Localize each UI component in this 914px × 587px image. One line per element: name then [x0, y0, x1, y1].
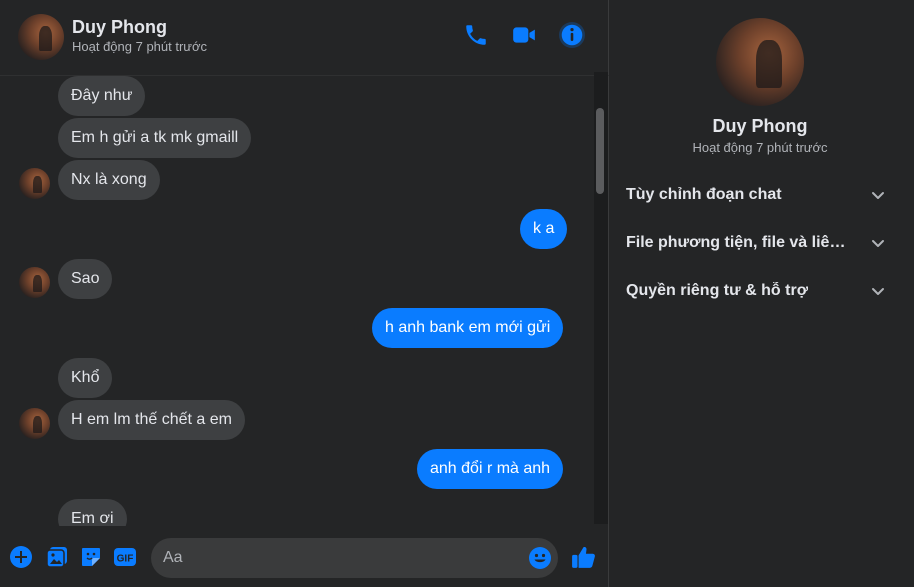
gif-label: GIF	[117, 554, 134, 565]
sidebar-item-customize-chat[interactable]: Tùy chỉnh đoạn chat	[626, 181, 886, 209]
attach-image-button[interactable]	[45, 545, 69, 569]
sticker-button[interactable]	[79, 545, 103, 569]
message-bubble[interactable]: Khổ	[58, 358, 113, 398]
gif-button[interactable]: GIF	[113, 545, 137, 569]
sidebar-item-label: Tùy chỉnh đoạn chat	[626, 186, 782, 203]
partial-message-clip: Em ơi	[0, 496, 594, 526]
chevron-down-icon	[872, 240, 884, 247]
sidebar-item-media-files-links[interactable]: File phương tiện, file và liên kết	[626, 229, 886, 257]
message-bubble[interactable]: k a	[520, 209, 568, 249]
message-bubble[interactable]: H em lm thế chết a em	[58, 400, 245, 440]
message-bubble[interactable]: h anh bank em mới gửi	[372, 308, 564, 348]
thumbs-up-icon	[572, 547, 595, 568]
sidebar-item-label: File phương tiện, file và liên kết	[626, 234, 852, 251]
message-bubble[interactable]: anh đổi r mà anh	[417, 449, 564, 489]
message-bubble[interactable]: Nx là xong	[58, 160, 160, 200]
message-bubble[interactable]: Em ơi	[58, 499, 127, 526]
phone-icon	[466, 25, 486, 45]
call-button[interactable]	[461, 20, 491, 50]
message-input[interactable]	[163, 538, 523, 578]
video-call-button[interactable]	[509, 20, 539, 50]
info-button[interactable]	[557, 20, 587, 50]
emoji-button[interactable]	[528, 546, 552, 570]
sticker-icon	[82, 548, 100, 566]
chevron-down-icon	[872, 288, 884, 295]
sidebar-item-label: Quyền riêng tư & hỗ trợ	[626, 282, 809, 299]
chevron-down-icon	[872, 192, 884, 199]
sidebar-item-privacy-support[interactable]: Quyền riêng tư & hỗ trợ	[626, 277, 886, 305]
like-button[interactable]	[571, 544, 597, 570]
more-actions-button[interactable]	[9, 545, 33, 569]
chat-panel: Duy Phong Hoạt động 7 phút trước Đây như…	[0, 0, 609, 587]
profile-avatar[interactable]	[716, 18, 804, 106]
profile-status: Hoạt động 7 phút trước	[692, 140, 828, 155]
info-icon	[559, 22, 585, 48]
sender-avatar	[19, 267, 50, 298]
sender-avatar	[19, 168, 50, 199]
profile-name[interactable]: Duy Phong	[610, 116, 910, 137]
scrollbar-thumb[interactable]	[596, 108, 604, 194]
chat-header: Duy Phong Hoạt động 7 phút trước	[0, 0, 609, 76]
video-camera-icon	[513, 27, 535, 43]
emoji-icon	[529, 547, 551, 569]
message-bubble[interactable]: Sao	[58, 259, 113, 299]
contact-status: Hoạt động 7 phút trước	[72, 39, 208, 54]
message-bubble[interactable]: Em h gửi a tk mk gmaill	[58, 118, 252, 158]
gif-icon: GIF	[114, 548, 136, 566]
contact-name[interactable]: Duy Phong	[72, 17, 167, 38]
plus-icon	[10, 546, 32, 568]
message-input-box[interactable]	[151, 538, 558, 578]
message-bubble[interactable]: Đây như	[58, 76, 146, 116]
image-icon	[46, 547, 67, 568]
contact-avatar[interactable]	[18, 14, 64, 60]
sender-avatar	[19, 408, 50, 439]
